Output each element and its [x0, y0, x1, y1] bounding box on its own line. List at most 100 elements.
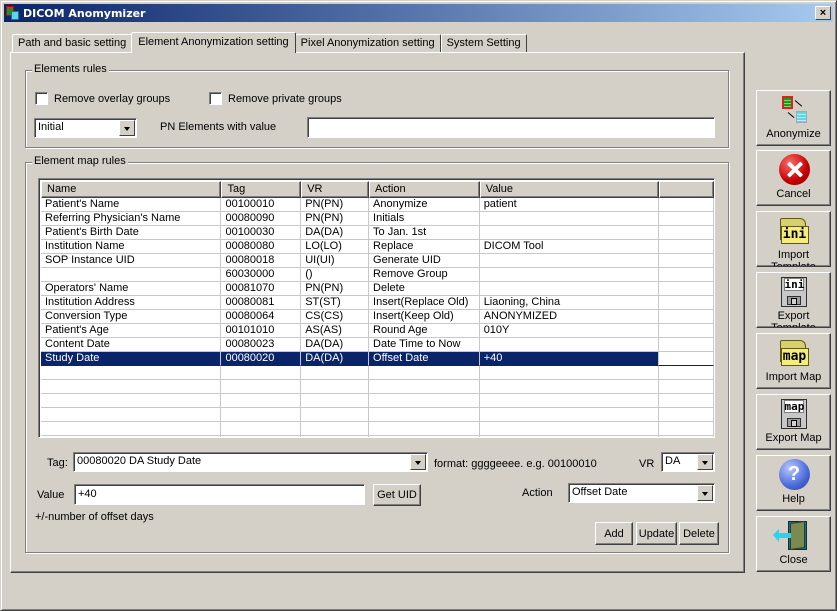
cell-name: [41, 268, 222, 282]
cell-empty: [659, 268, 714, 282]
remove-private-groups-checkbox[interactable]: Remove private groups: [209, 92, 342, 105]
cell-name: Study Date: [41, 352, 222, 366]
cancel-button[interactable]: Cancel: [756, 150, 831, 206]
column-header-tag[interactable]: Tag: [221, 181, 302, 198]
checkbox-box[interactable]: [35, 92, 48, 105]
pn-mode-select[interactable]: Initial: [34, 118, 137, 138]
empty-cell: [41, 436, 222, 437]
empty-cell: [659, 394, 714, 408]
table-row[interactable]: Institution Name 00080080 LO(LO) Replace DIC…: [41, 240, 714, 254]
column-header-action[interactable]: Action: [369, 181, 480, 198]
cell-value: patient: [479, 198, 660, 212]
empty-cell: [221, 436, 302, 437]
pn-elements-label: PN Elements with value: [160, 121, 277, 133]
column-header-vr[interactable]: VR: [301, 181, 370, 198]
cancel-icon: [778, 154, 810, 186]
app-window: DICOM Anomymizer × Path and basic settin…: [0, 0, 837, 611]
cell-value: [479, 254, 660, 268]
cell-action: Offset Date: [369, 352, 480, 366]
column-header-value[interactable]: Value: [479, 181, 660, 198]
cell-tag: 00100030: [221, 226, 302, 240]
cell-action: Round Age: [369, 324, 480, 338]
action-select[interactable]: Offset Date: [568, 483, 715, 503]
pn-elements-input[interactable]: [307, 117, 715, 138]
table-row[interactable]: Study Date 00080020 DA(DA) Offset Date +40: [41, 352, 714, 366]
empty-cell: [301, 394, 370, 408]
tab-path-basic-setting[interactable]: Path and basic setting: [12, 34, 133, 53]
tab-system-setting[interactable]: System Setting: [440, 34, 527, 53]
checkbox-box[interactable]: [209, 92, 222, 105]
export-template-button[interactable]: ini Export Template: [756, 272, 831, 328]
window-close-button[interactable]: ×: [815, 6, 831, 20]
export-map-label: Export Map: [765, 432, 822, 444]
cell-empty: [659, 212, 714, 226]
delete-button[interactable]: Delete: [679, 522, 719, 545]
list-header: Name Tag VR Action Value: [41, 181, 714, 198]
table-row[interactable]: Institution Address 00080081 ST(ST) Insert(…: [41, 296, 714, 310]
get-uid-button[interactable]: Get UID: [373, 484, 421, 506]
chevron-down-icon[interactable]: [697, 454, 713, 470]
tag-label: Tag:: [47, 457, 68, 469]
cell-vr: (): [301, 268, 370, 282]
cell-vr: LO(LO): [301, 240, 370, 254]
cell-vr: PN(PN): [301, 212, 370, 226]
cell-name: Conversion Type: [41, 310, 222, 324]
vr-label: VR: [639, 458, 655, 470]
cell-vr: UI(UI): [301, 254, 370, 268]
empty-cell: [369, 436, 480, 437]
tag-select[interactable]: 00080020 DA Study Date: [73, 452, 428, 472]
cell-empty: [659, 254, 714, 268]
tag-select-value: 00080020 DA Study Date: [77, 455, 202, 467]
empty-cell: [301, 436, 370, 437]
remove-overlay-groups-checkbox[interactable]: Remove overlay groups: [35, 92, 170, 105]
import-map-button[interactable]: map Import Map: [756, 333, 831, 389]
cell-empty: [659, 338, 714, 352]
tab-element-anonymization-setting[interactable]: Element Anonymization setting: [131, 32, 296, 53]
table-row[interactable]: Operators' Name 00081070 PN(PN) Delete: [41, 282, 714, 296]
chevron-down-icon[interactable]: [410, 454, 426, 470]
cell-name: Patient's Birth Date: [41, 226, 222, 240]
import-template-button[interactable]: ini Import Template: [756, 211, 831, 267]
cell-tag: 00080081: [221, 296, 302, 310]
column-header-name[interactable]: Name: [41, 181, 222, 198]
anonymize-button[interactable]: Anonymize: [756, 90, 831, 146]
cell-vr: AS(AS): [301, 324, 370, 338]
update-button[interactable]: Update: [636, 522, 677, 545]
cell-empty: [659, 352, 714, 366]
window-title: DICOM Anomymizer: [23, 6, 146, 20]
cell-name: Patient's Age: [41, 324, 222, 338]
export-map-button[interactable]: map Export Map: [756, 394, 831, 450]
help-button[interactable]: ? Help: [756, 455, 831, 511]
cell-tag: 00100010: [221, 198, 302, 212]
cell-name: Patient's Name: [41, 198, 222, 212]
table-row[interactable]: Patient's Birth Date 00100030 DA(DA) To Jan…: [41, 226, 714, 240]
value-hint: +/-number of offset days: [35, 511, 154, 523]
chevron-down-icon[interactable]: [119, 120, 135, 136]
title-bar[interactable]: DICOM Anomymizer ×: [4, 4, 833, 22]
action-select-value: Offset Date: [572, 486, 628, 498]
table-row[interactable]: Conversion Type 00080064 CS(CS) Insert(Keep…: [41, 310, 714, 324]
cell-value: 010Y: [479, 324, 660, 338]
tab-pixel-anonymization-setting[interactable]: Pixel Anonymization setting: [294, 34, 441, 53]
cell-tag: 00081070: [221, 282, 302, 296]
empty-cell: [369, 366, 480, 380]
close-label: Close: [779, 554, 808, 566]
table-row[interactable]: SOP Instance UID 00080018 UI(UI) Generate U…: [41, 254, 714, 268]
chevron-down-icon[interactable]: [697, 485, 713, 501]
table-row[interactable]: Patient's Age 00101010 AS(AS) Round Age 010Y: [41, 324, 714, 338]
column-header-empty[interactable]: [659, 181, 714, 198]
vr-select[interactable]: DA: [661, 452, 715, 472]
value-input[interactable]: +40: [74, 484, 365, 505]
help-icon: ?: [778, 459, 810, 491]
close-button[interactable]: Close: [756, 516, 831, 572]
table-row[interactable]: Content Date 00080023 DA(DA) Date Time to N…: [41, 338, 714, 352]
table-row[interactable]: Patient's Name 00100010 PN(PN) Anonymize pat…: [41, 198, 714, 212]
cell-value: [479, 338, 660, 352]
table-row[interactable]: Referring Physician's Name 00080090 PN(PN)…: [41, 212, 714, 226]
add-button[interactable]: Add: [595, 522, 633, 545]
empty-cell: [659, 380, 714, 394]
element-map-rules-title: Element map rules: [32, 155, 128, 167]
table-row[interactable]: 60030000() Remove Group: [41, 268, 714, 282]
cell-action: Remove Group: [369, 268, 480, 282]
element-map-list[interactable]: Name Tag VR Action Value Patient's Name 0…: [38, 178, 715, 438]
